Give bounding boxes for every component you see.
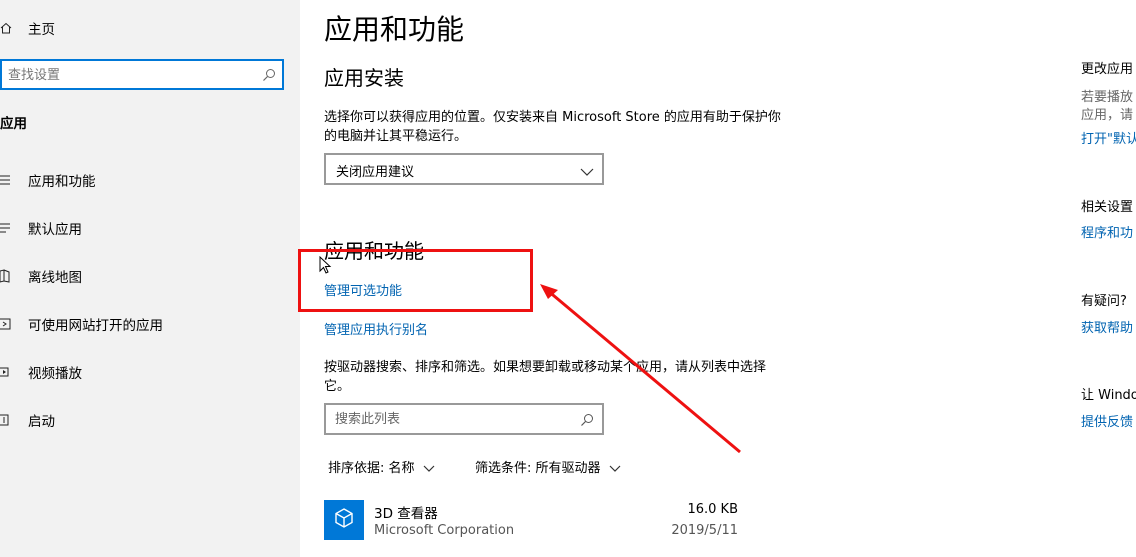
manage-app-aliases-link[interactable]: 管理应用执行别名 — [324, 319, 428, 338]
list-icon — [0, 172, 14, 188]
get-help-link[interactable]: 获取帮助 — [1081, 317, 1133, 336]
right-heading-feedback: 让 Windo — [1081, 388, 1136, 403]
sidebar-item-label: 默认应用 — [28, 222, 82, 238]
app-list-search-field[interactable] — [324, 403, 604, 435]
sidebar-item-apps-features[interactable]: 应用和功能 — [0, 168, 290, 192]
home-icon — [0, 20, 14, 36]
filter-dropdown[interactable]: 筛选条件: 所有驱动器 — [475, 457, 621, 476]
sidebar-item-startup[interactable]: 启动 — [0, 408, 290, 432]
startup-icon — [0, 412, 14, 428]
app-list-search-input[interactable] — [335, 409, 565, 429]
default-apps-icon — [0, 220, 14, 236]
chevron-down-icon — [423, 462, 435, 472]
sort-dropdown[interactable]: 排序依据: 名称 — [328, 457, 435, 476]
sidebar-section-title: 应用 — [0, 116, 27, 132]
right-heading-related: 相关设置 — [1081, 200, 1134, 215]
sidebar-home-label: 主页 — [28, 22, 55, 38]
programs-features-link[interactable]: 程序和功 — [1081, 222, 1133, 241]
sidebar: 主页 应用 应用和功能 默认应用 离线地图 可使用网站打开的应用 — [0, 0, 300, 557]
apps-description: 按驱动器搜索、排序和筛选。如果想要卸载或移动某个应用，请从列表中选择它。 — [324, 360, 767, 394]
sidebar-item-label: 可使用网站打开的应用 — [28, 318, 163, 334]
sidebar-item-label: 应用和功能 — [28, 174, 96, 190]
web-app-icon — [0, 316, 14, 332]
app-source-dropdown[interactable]: 关闭应用建议 — [324, 153, 604, 185]
install-description: 选择你可以获得应用的位置。仅安装来自 Microsoft Store 的应用有助… — [324, 110, 781, 144]
give-feedback-link[interactable]: 提供反馈 — [1081, 411, 1133, 430]
dropdown-value: 关闭应用建议 — [336, 165, 415, 180]
app-tile — [324, 500, 364, 540]
map-icon — [0, 268, 14, 284]
search-icon[interactable] — [580, 412, 594, 426]
right-panel: 更改应用 若要播放 应用，请 打开"默认 相关设置 程序和功 有疑问? 获取帮助… — [1081, 0, 1136, 557]
right-heading-questions: 有疑问? — [1081, 294, 1127, 309]
search-icon[interactable] — [262, 67, 276, 81]
app-size: 16.0 KB — [687, 502, 738, 517]
sidebar-item-label: 启动 — [28, 414, 55, 430]
install-heading: 应用安装 — [324, 66, 404, 90]
sidebar-item-offline-maps[interactable]: 离线地图 — [0, 264, 290, 288]
sidebar-item-video-playback[interactable]: 视频播放 — [0, 360, 290, 384]
settings-search-field[interactable] — [0, 59, 284, 90]
open-default-apps-link[interactable]: 打开"默认 — [1081, 128, 1136, 147]
chevron-down-icon — [580, 163, 594, 176]
video-icon — [0, 364, 14, 380]
sidebar-item-web-apps[interactable]: 可使用网站打开的应用 — [0, 312, 290, 336]
right-text-line: 应用，请 — [1081, 108, 1134, 123]
right-heading-change-app: 更改应用 — [1081, 62, 1134, 77]
sort-label: 排序依据: 名称 — [328, 461, 415, 476]
chevron-down-icon — [609, 462, 621, 472]
list-item[interactable]: 3D 查看器 Microsoft Corporation 16.0 KB 201… — [324, 498, 764, 548]
filter-label: 筛选条件: 所有驱动器 — [475, 461, 601, 476]
right-text-line: 若要播放 — [1081, 90, 1134, 105]
settings-search-input[interactable] — [8, 64, 248, 86]
sidebar-home[interactable]: 主页 — [0, 16, 200, 40]
sidebar-item-label: 视频播放 — [28, 366, 82, 382]
app-name: 3D 查看器 — [374, 506, 438, 522]
sidebar-item-label: 离线地图 — [28, 270, 82, 286]
annotation-highlight-box — [298, 249, 533, 312]
mouse-cursor-icon — [319, 256, 332, 274]
app-publisher: Microsoft Corporation — [374, 523, 515, 538]
app-date: 2019/5/11 — [671, 523, 738, 538]
page-title: 应用和功能 — [324, 13, 465, 46]
sidebar-item-default-apps[interactable]: 默认应用 — [0, 216, 290, 240]
cube-icon — [333, 507, 355, 533]
